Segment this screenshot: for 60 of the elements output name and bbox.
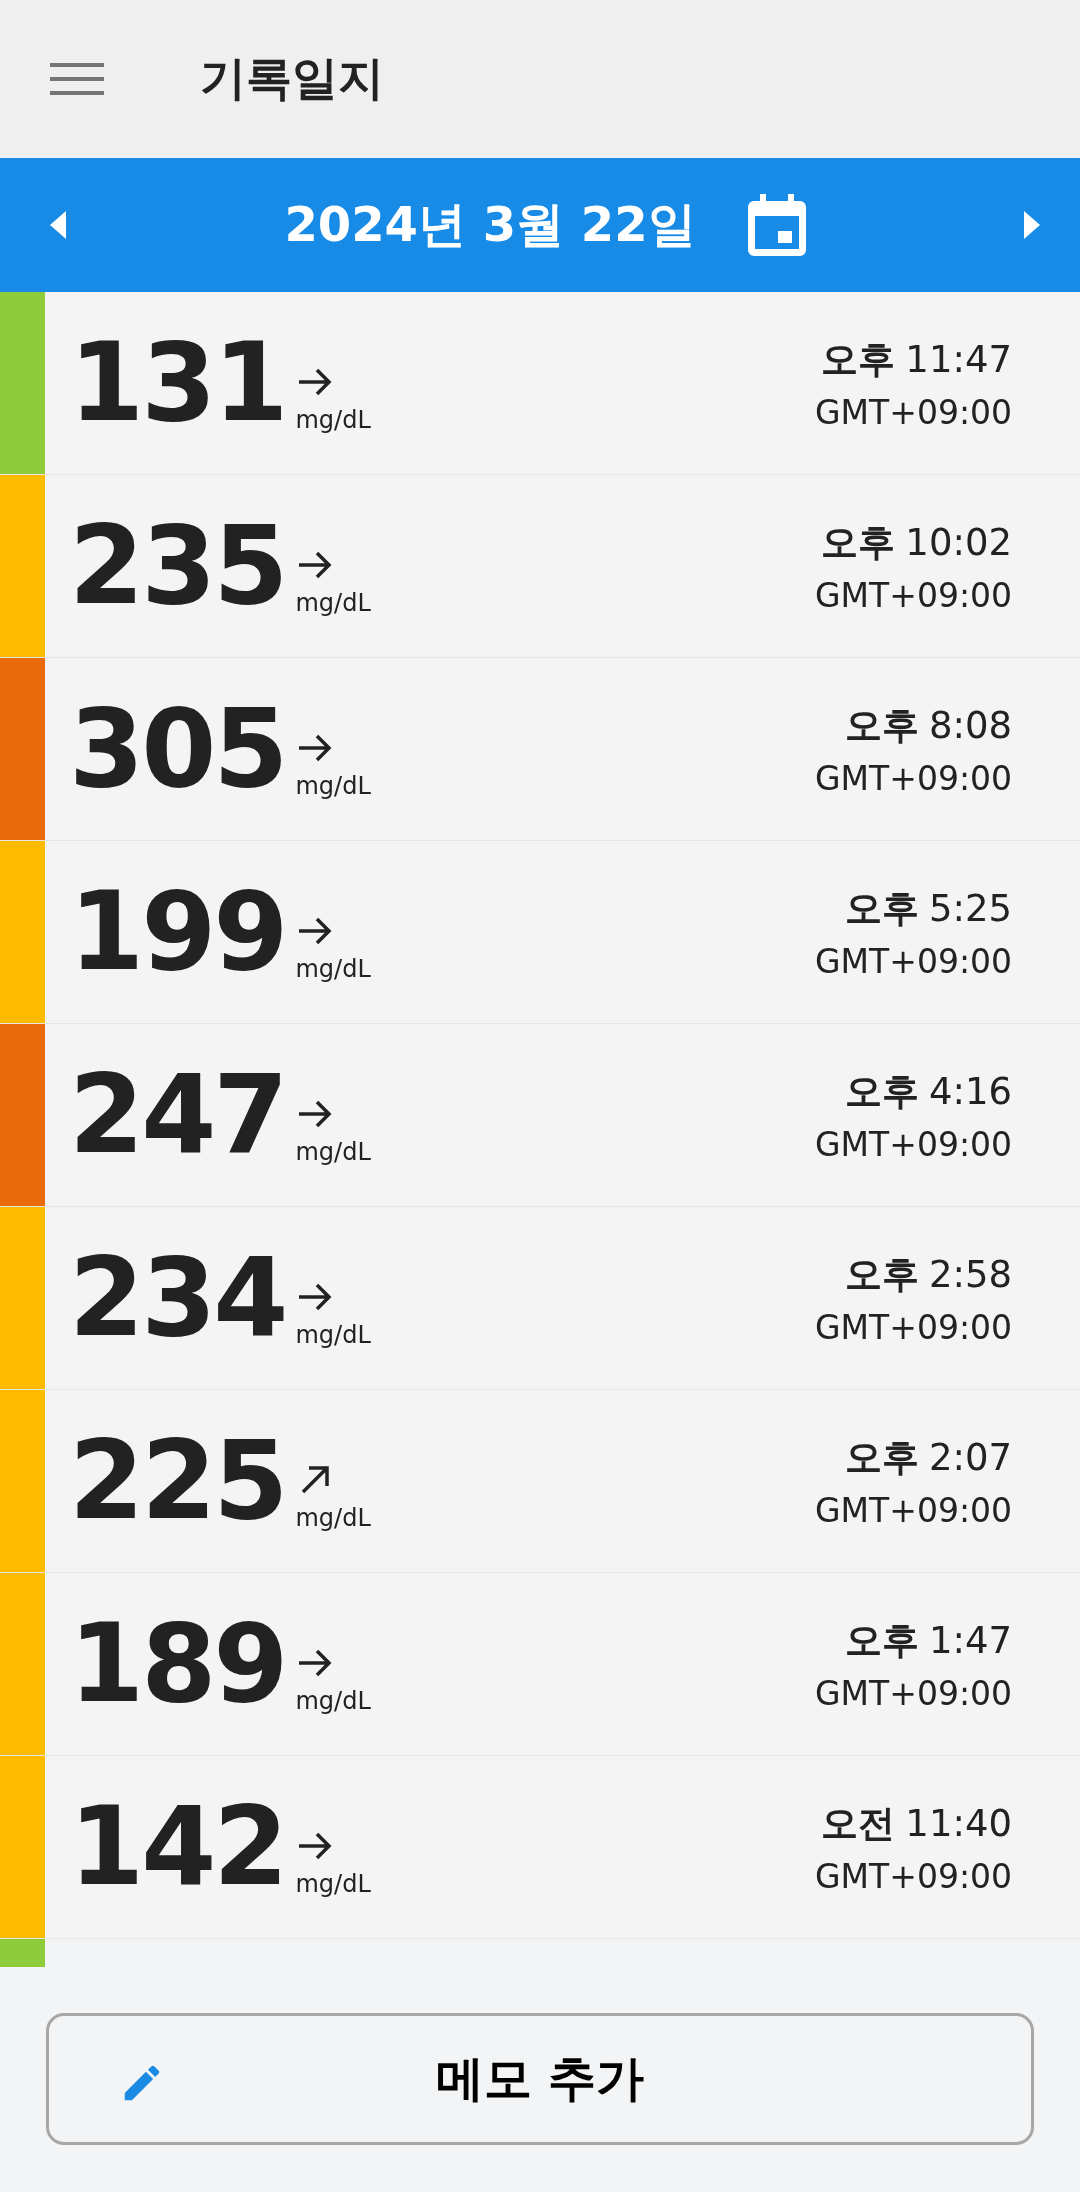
timezone-label: GMT+09:00 — [815, 758, 1012, 798]
timezone-label: GMT+09:00 — [815, 1856, 1012, 1896]
time-label: 8:08 — [928, 703, 1012, 747]
glucose-value: 305 — [69, 695, 286, 803]
date-label: 2024년 3월 22일 — [284, 195, 696, 254]
period-label: 오후 — [821, 519, 896, 566]
glucose-value: 225 — [69, 1427, 286, 1535]
unit-label: mg/dL — [295, 772, 371, 800]
unit-label: mg/dL — [295, 1321, 371, 1349]
calendar-icon[interactable] — [747, 194, 806, 256]
timezone-label: GMT+09:00 — [815, 1490, 1012, 1530]
glucose-value: 131 — [69, 329, 286, 437]
period-label: 오전 — [821, 1800, 896, 1847]
period-label: 오후 — [844, 885, 919, 932]
reading-row[interactable]: 142 mg/dL 오전 11:40 GMT+09:00 — [0, 1756, 1080, 1939]
period-label: 오후 — [844, 1068, 919, 1115]
time-label: 2:58 — [928, 1252, 1012, 1296]
time-label: 1:47 — [928, 1618, 1012, 1662]
glucose-value: 234 — [69, 1244, 286, 1352]
time-label: 10:02 — [905, 520, 1012, 564]
period-label: 오후 — [844, 1617, 919, 1664]
glucose-value: 235 — [69, 512, 286, 620]
reading-row[interactable]: 235 mg/dL 오후 10:02 GMT+09:00 — [0, 475, 1080, 658]
page-title: 기록일지 — [200, 50, 384, 107]
reading-row[interactable]: 234 mg/dL 오후 2:58 GMT+09:00 — [0, 1207, 1080, 1390]
timezone-label: GMT+09:00 — [815, 575, 1012, 615]
reading-row[interactable]: 199 mg/dL 오후 5:25 GMT+09:00 — [0, 841, 1080, 1024]
reading-row[interactable]: 225 mg/dL 오후 2:07 GMT+09:00 — [0, 1390, 1080, 1573]
timezone-label: GMT+09:00 — [815, 1673, 1012, 1713]
timezone-label: GMT+09:00 — [815, 392, 1012, 432]
unit-label: mg/dL — [295, 589, 371, 617]
period-label: 오후 — [844, 1251, 919, 1298]
unit-label: mg/dL — [295, 406, 371, 434]
glucose-value: 189 — [69, 1610, 286, 1718]
next-day-button[interactable] — [1024, 211, 1040, 239]
reading-row[interactable]: 305 mg/dL 오후 8:08 GMT+09:00 — [0, 658, 1080, 841]
reading-row[interactable]: 131 mg/dL 오후 11:47 GMT+09:00 — [0, 292, 1080, 475]
add-memo-button[interactable]: 메모 추가 — [46, 2013, 1034, 2145]
glucose-value: 247 — [69, 1061, 286, 1169]
unit-label: mg/dL — [295, 1138, 371, 1166]
unit-label: mg/dL — [295, 1687, 371, 1715]
unit-label: mg/dL — [295, 1504, 371, 1532]
glucose-value: 142 — [69, 1793, 286, 1901]
time-label: 11:40 — [905, 1801, 1012, 1845]
timezone-label: GMT+09:00 — [815, 1307, 1012, 1347]
time-label: 4:16 — [928, 1069, 1012, 1113]
reading-row[interactable]: 189 mg/dL 오후 1:47 GMT+09:00 — [0, 1573, 1080, 1756]
unit-label: mg/dL — [295, 955, 371, 983]
time-label: 2:07 — [928, 1435, 1012, 1479]
period-label: 오후 — [844, 1434, 919, 1481]
period-label: 오후 — [821, 336, 896, 383]
time-label: 5:25 — [928, 886, 1012, 930]
timezone-label: GMT+09:00 — [815, 941, 1012, 981]
reading-row[interactable]: 247 mg/dL 오후 4:16 GMT+09:00 — [0, 1024, 1080, 1207]
unit-label: mg/dL — [295, 1870, 371, 1898]
glucose-value: 199 — [69, 878, 286, 986]
time-label: 11:47 — [905, 337, 1012, 381]
previous-day-button[interactable] — [50, 211, 66, 239]
period-label: 오후 — [844, 702, 919, 749]
timezone-label: GMT+09:00 — [815, 1124, 1012, 1164]
